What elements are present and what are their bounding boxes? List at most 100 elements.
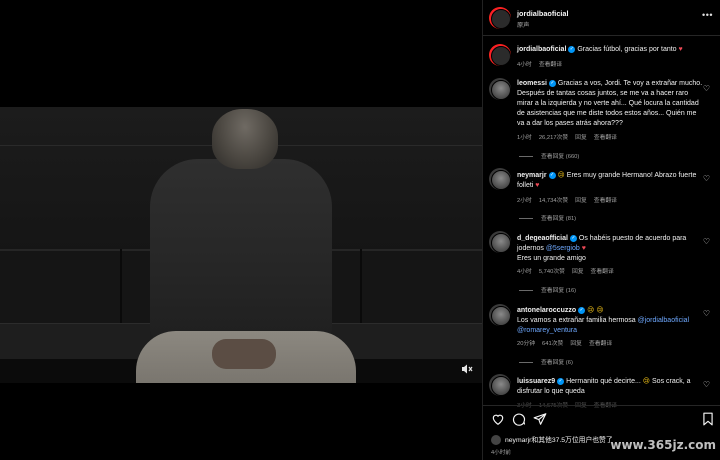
- commenter-avatar[interactable]: [489, 78, 511, 100]
- comment-body: Gracias a vos, Jordi. Te voy a extrañar …: [517, 80, 703, 127]
- crying-emoji: 😢: [642, 378, 651, 385]
- sofa-seam: [120, 249, 122, 323]
- verified-badge-icon: ✓: [548, 79, 556, 87]
- comment-text: neymarjr ✓ 😢 Eres muy grande Hermano! Abr…: [517, 171, 703, 191]
- comment-like-icon[interactable]: ♡: [703, 309, 710, 318]
- reply-button[interactable]: 回复: [572, 269, 584, 275]
- view-replies-button[interactable]: 查看回复 (16): [519, 285, 576, 294]
- view-replies-label[interactable]: 查看回复 (16): [541, 288, 576, 294]
- translate-button[interactable]: 查看翻译: [589, 341, 612, 347]
- person-body: [150, 159, 332, 345]
- view-replies-label[interactable]: 查看回复 (6): [541, 360, 573, 366]
- comment-body: Los vamos a extrañar familia hermosa: [517, 317, 636, 324]
- comment-like-icon[interactable]: ♡: [703, 380, 710, 389]
- author-username[interactable]: jordialbaoficial: [517, 9, 569, 18]
- comment-text: d_degeaofficial ✓ Os habéis puesto de acu…: [517, 234, 703, 264]
- view-replies-button[interactable]: 查看回复 (660): [519, 151, 579, 160]
- post-header: jordialbaoficial 原声 •••: [483, 0, 720, 36]
- bookmark-icon[interactable]: [701, 412, 715, 426]
- video-player[interactable]: [0, 107, 482, 383]
- commenter-avatar[interactable]: [489, 231, 511, 253]
- verified-badge-icon: ✓: [548, 171, 556, 179]
- view-replies-button[interactable]: 查看回复 (81): [519, 213, 576, 222]
- comment-meta: 4小时 5,740次赞 回复 查看翻译: [517, 266, 621, 275]
- comment-likes[interactable]: 26,217次赞: [539, 135, 568, 141]
- comment-time: 2小时: [517, 198, 532, 204]
- comment-username[interactable]: luissuarez9: [517, 378, 555, 385]
- replies-dash: [519, 289, 533, 291]
- comment-likes[interactable]: 14,734次赞: [539, 198, 568, 204]
- replies-dash: [519, 217, 533, 219]
- verified-badge-icon: ✓: [568, 45, 576, 53]
- reply-button[interactable]: 回复: [575, 198, 587, 204]
- person-head: [212, 109, 278, 169]
- caption: jordialbaoficial ✓ Gracias fútbol, gracia…: [517, 45, 715, 55]
- reply-button[interactable]: 回复: [575, 135, 587, 141]
- caption-avatar[interactable]: [489, 44, 511, 66]
- comment-meta: 1小时 26,217次赞 回复 查看翻译: [517, 132, 624, 141]
- comment-username[interactable]: d_degeaofficial: [517, 235, 568, 242]
- audio-label[interactable]: 原声: [517, 20, 529, 29]
- crying-emoji: 😢 😢: [587, 307, 604, 314]
- person-hands: [212, 339, 276, 369]
- mention-link[interactable]: @romarey_ventura: [517, 327, 577, 334]
- replies-dash: [519, 361, 533, 363]
- verified-badge-icon: ✓: [557, 377, 565, 385]
- comment-time: 1小时: [517, 135, 532, 141]
- red-heart-emoji: ♥: [535, 182, 540, 189]
- action-bar: [483, 405, 720, 431]
- comment-body: Hermanito qué decirte...: [566, 378, 641, 385]
- translate-button[interactable]: 查看翻译: [594, 198, 617, 204]
- paper-plane-icon[interactable]: [533, 412, 547, 426]
- caption-text: Gracias fútbol, gracias por tanto: [577, 46, 677, 53]
- liker-avatar: [491, 435, 501, 446]
- comment-likes[interactable]: 5,740次赞: [539, 269, 565, 275]
- caption-username[interactable]: jordialbaoficial: [517, 46, 566, 53]
- comment-likes[interactable]: 641次赞: [542, 341, 563, 347]
- video-pane: [0, 0, 482, 460]
- comment-like-icon[interactable]: ♡: [703, 84, 710, 93]
- comment-time: 20分钟: [517, 341, 536, 347]
- view-replies-button[interactable]: 查看回复 (6): [519, 357, 573, 366]
- comment-text: luissuarez9 ✓ Hermanito qué decirte... 😢 …: [517, 377, 703, 397]
- comments-panel: jordialbaoficial 原声 ••• jordialbaoficial…: [482, 0, 720, 460]
- watermark: www.365jz.com: [610, 438, 716, 452]
- red-heart-emoji: ♥: [581, 245, 586, 252]
- heart-outline-icon[interactable]: [491, 412, 505, 426]
- comment-like-icon[interactable]: ♡: [703, 174, 710, 183]
- comment-icon[interactable]: [512, 412, 526, 426]
- replies-dash: [519, 155, 533, 157]
- translate-button[interactable]: 查看翻译: [594, 135, 617, 141]
- red-heart-emoji: ♥: [678, 46, 683, 53]
- comment-like-icon[interactable]: ♡: [703, 237, 710, 246]
- comment-time: 4小时: [517, 269, 532, 275]
- comment-username[interactable]: antonelaroccuzzo: [517, 307, 576, 314]
- commenter-avatar[interactable]: [489, 374, 511, 396]
- crying-emoji: 😢: [557, 172, 565, 179]
- comment-username[interactable]: leomessi: [517, 80, 547, 87]
- commenter-avatar[interactable]: [489, 304, 511, 326]
- likes-summary[interactable]: neymarjr和其他37.5万位用户也赞了: [491, 434, 613, 446]
- caption-time: 4小时: [517, 62, 532, 68]
- view-replies-label[interactable]: 查看回复 (81): [541, 216, 576, 222]
- sofa-seam: [360, 249, 362, 323]
- translate-button[interactable]: 查看翻译: [591, 269, 614, 275]
- verified-badge-icon: ✓: [578, 306, 586, 314]
- post-time: 4小时前: [491, 450, 511, 456]
- reply-button[interactable]: 回复: [570, 341, 582, 347]
- verified-badge-icon: ✓: [569, 234, 577, 242]
- mention-link[interactable]: @jordialbaoficial: [638, 317, 689, 324]
- comment-meta: 20分钟 641次赞 回复 查看翻译: [517, 338, 619, 347]
- mention-link[interactable]: @5sergiob: [546, 245, 580, 252]
- likes-summary-text[interactable]: neymarjr和其他37.5万位用户也赞了: [505, 437, 613, 444]
- caption-translate[interactable]: 查看翻译: [539, 62, 562, 68]
- comment-body-line2: Eres un grande amigo: [517, 255, 586, 262]
- speaker-muted-icon[interactable]: [458, 362, 476, 376]
- author-avatar[interactable]: [489, 7, 511, 29]
- comment-text: leomessi ✓ Gracias a vos, Jordi. Te voy a…: [517, 79, 703, 129]
- more-dots-icon[interactable]: •••: [702, 10, 713, 20]
- caption-meta: 4小时 查看翻译: [517, 59, 569, 68]
- commenter-avatar[interactable]: [489, 168, 511, 190]
- view-replies-label[interactable]: 查看回复 (660): [541, 154, 579, 160]
- comment-username[interactable]: neymarjr: [517, 172, 547, 179]
